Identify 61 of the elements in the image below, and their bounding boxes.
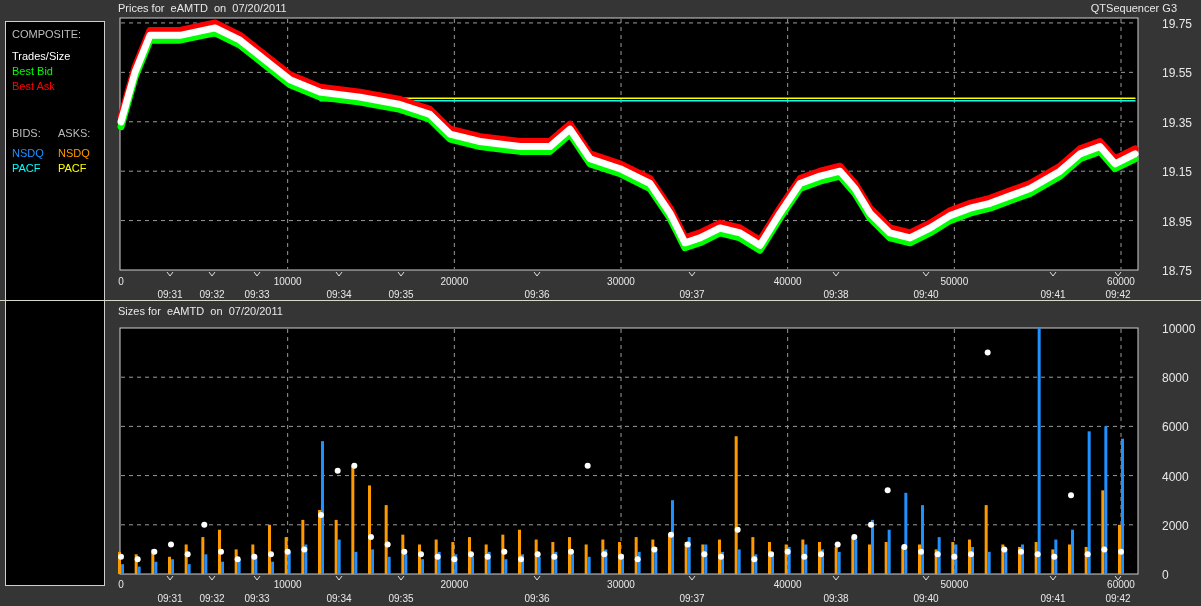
axis-label: 20000	[440, 276, 469, 287]
time-label: 09:35	[388, 289, 414, 300]
axis-label: 40000	[773, 579, 802, 591]
axis-label: 30000	[607, 276, 635, 287]
axis-label: 0	[118, 579, 124, 591]
chart-title: Prices for eAMTD on 07/20/2011	[118, 0, 287, 16]
app-name: QTSequencer G3	[1090, 0, 1177, 16]
axis-label: 50000	[940, 276, 969, 287]
time-label: 09:31	[157, 289, 183, 300]
axis-label: 30000	[607, 579, 635, 591]
time-label: 09:33	[244, 593, 270, 605]
legend-label: NSDQ	[58, 145, 91, 161]
axis-label: 0	[118, 276, 124, 287]
axis-label: 2000	[1162, 519, 1189, 534]
time-label: 09:37	[679, 593, 705, 605]
axis-label: 18.75	[1162, 264, 1193, 278]
axis-label: 19.15	[1162, 165, 1193, 180]
axis-label: 50000	[940, 579, 969, 591]
axis-label: 40000	[773, 276, 802, 287]
time-label: 09:35	[388, 593, 414, 605]
legend-label: NSDQ	[12, 145, 45, 161]
time-label: 09:42	[1105, 593, 1131, 605]
axis-label: 8000	[1162, 371, 1189, 386]
time-label: 09:37	[679, 289, 705, 300]
time-label: 09:32	[199, 593, 225, 605]
legend-header: BIDS:	[12, 125, 42, 141]
time-label: 09:40	[913, 593, 939, 605]
legend-title: COMPOSITE:	[12, 27, 83, 42]
chart-title: Sizes for eAMTD on 07/20/2011	[118, 304, 283, 320]
axis-label: 4000	[1162, 470, 1189, 485]
time-label: 09:41	[1040, 289, 1066, 300]
axis-label: 19.35	[1162, 115, 1193, 130]
time-label: 09:41	[1040, 593, 1066, 605]
axis-label: 19.75	[1162, 16, 1193, 31]
axis-label: 20000	[440, 579, 469, 591]
time-label: 09:40	[913, 289, 939, 300]
time-label: 09:36	[524, 289, 550, 300]
axis-label: 60000	[1107, 579, 1135, 591]
legend-header: ASKS:	[58, 125, 91, 141]
legend-label: PACF	[12, 160, 42, 176]
axis-label: 10000	[273, 276, 302, 287]
axis-label: 0	[1162, 568, 1169, 583]
time-label: 09:36	[524, 593, 550, 605]
axis-label: 10000	[1162, 322, 1196, 337]
axis-label: 19.55	[1162, 66, 1193, 81]
axis-label: 18.95	[1162, 214, 1193, 229]
axis-label: 60000	[1107, 276, 1135, 287]
time-label: 09:42	[1105, 289, 1131, 300]
legend-label: Trades/Size	[12, 48, 72, 64]
time-label: 09:34	[326, 593, 352, 605]
legend-label: PACF	[58, 160, 88, 176]
time-label: 09:38	[823, 593, 849, 605]
time-label: 09:33	[244, 289, 270, 300]
time-label: 09:32	[199, 289, 225, 300]
time-label: 09:34	[326, 289, 352, 300]
axis-label: 10000	[273, 579, 302, 591]
legend-label: Best Bid	[12, 63, 54, 79]
legend-label: Best Ask	[12, 78, 56, 94]
axis-label: 6000	[1162, 420, 1189, 435]
time-label: 09:38	[823, 289, 849, 300]
time-label: 09:31	[157, 593, 183, 605]
